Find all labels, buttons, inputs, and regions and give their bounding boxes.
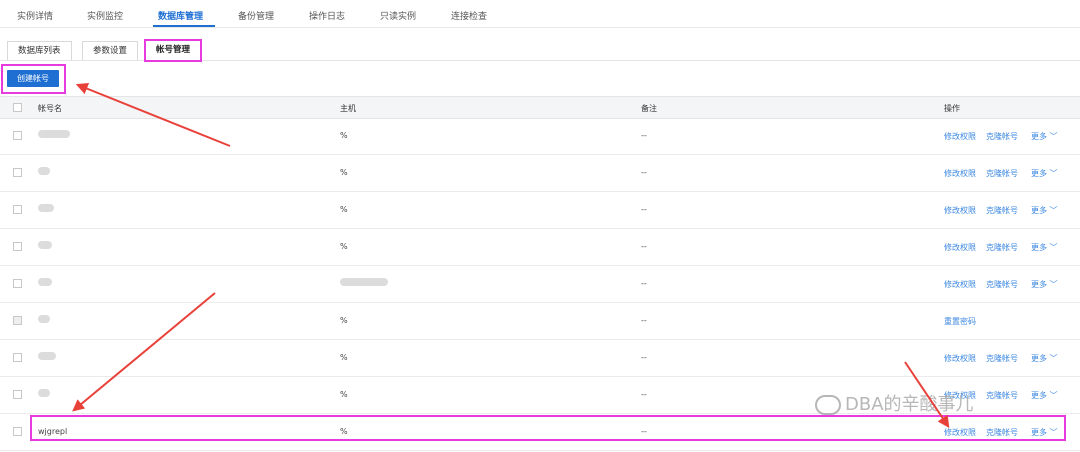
arrow-to-modify-permissions <box>904 361 950 428</box>
arrow-to-create-button <box>75 83 231 147</box>
annotation-arrows <box>72 83 950 428</box>
arrow-to-new-account <box>72 292 216 412</box>
